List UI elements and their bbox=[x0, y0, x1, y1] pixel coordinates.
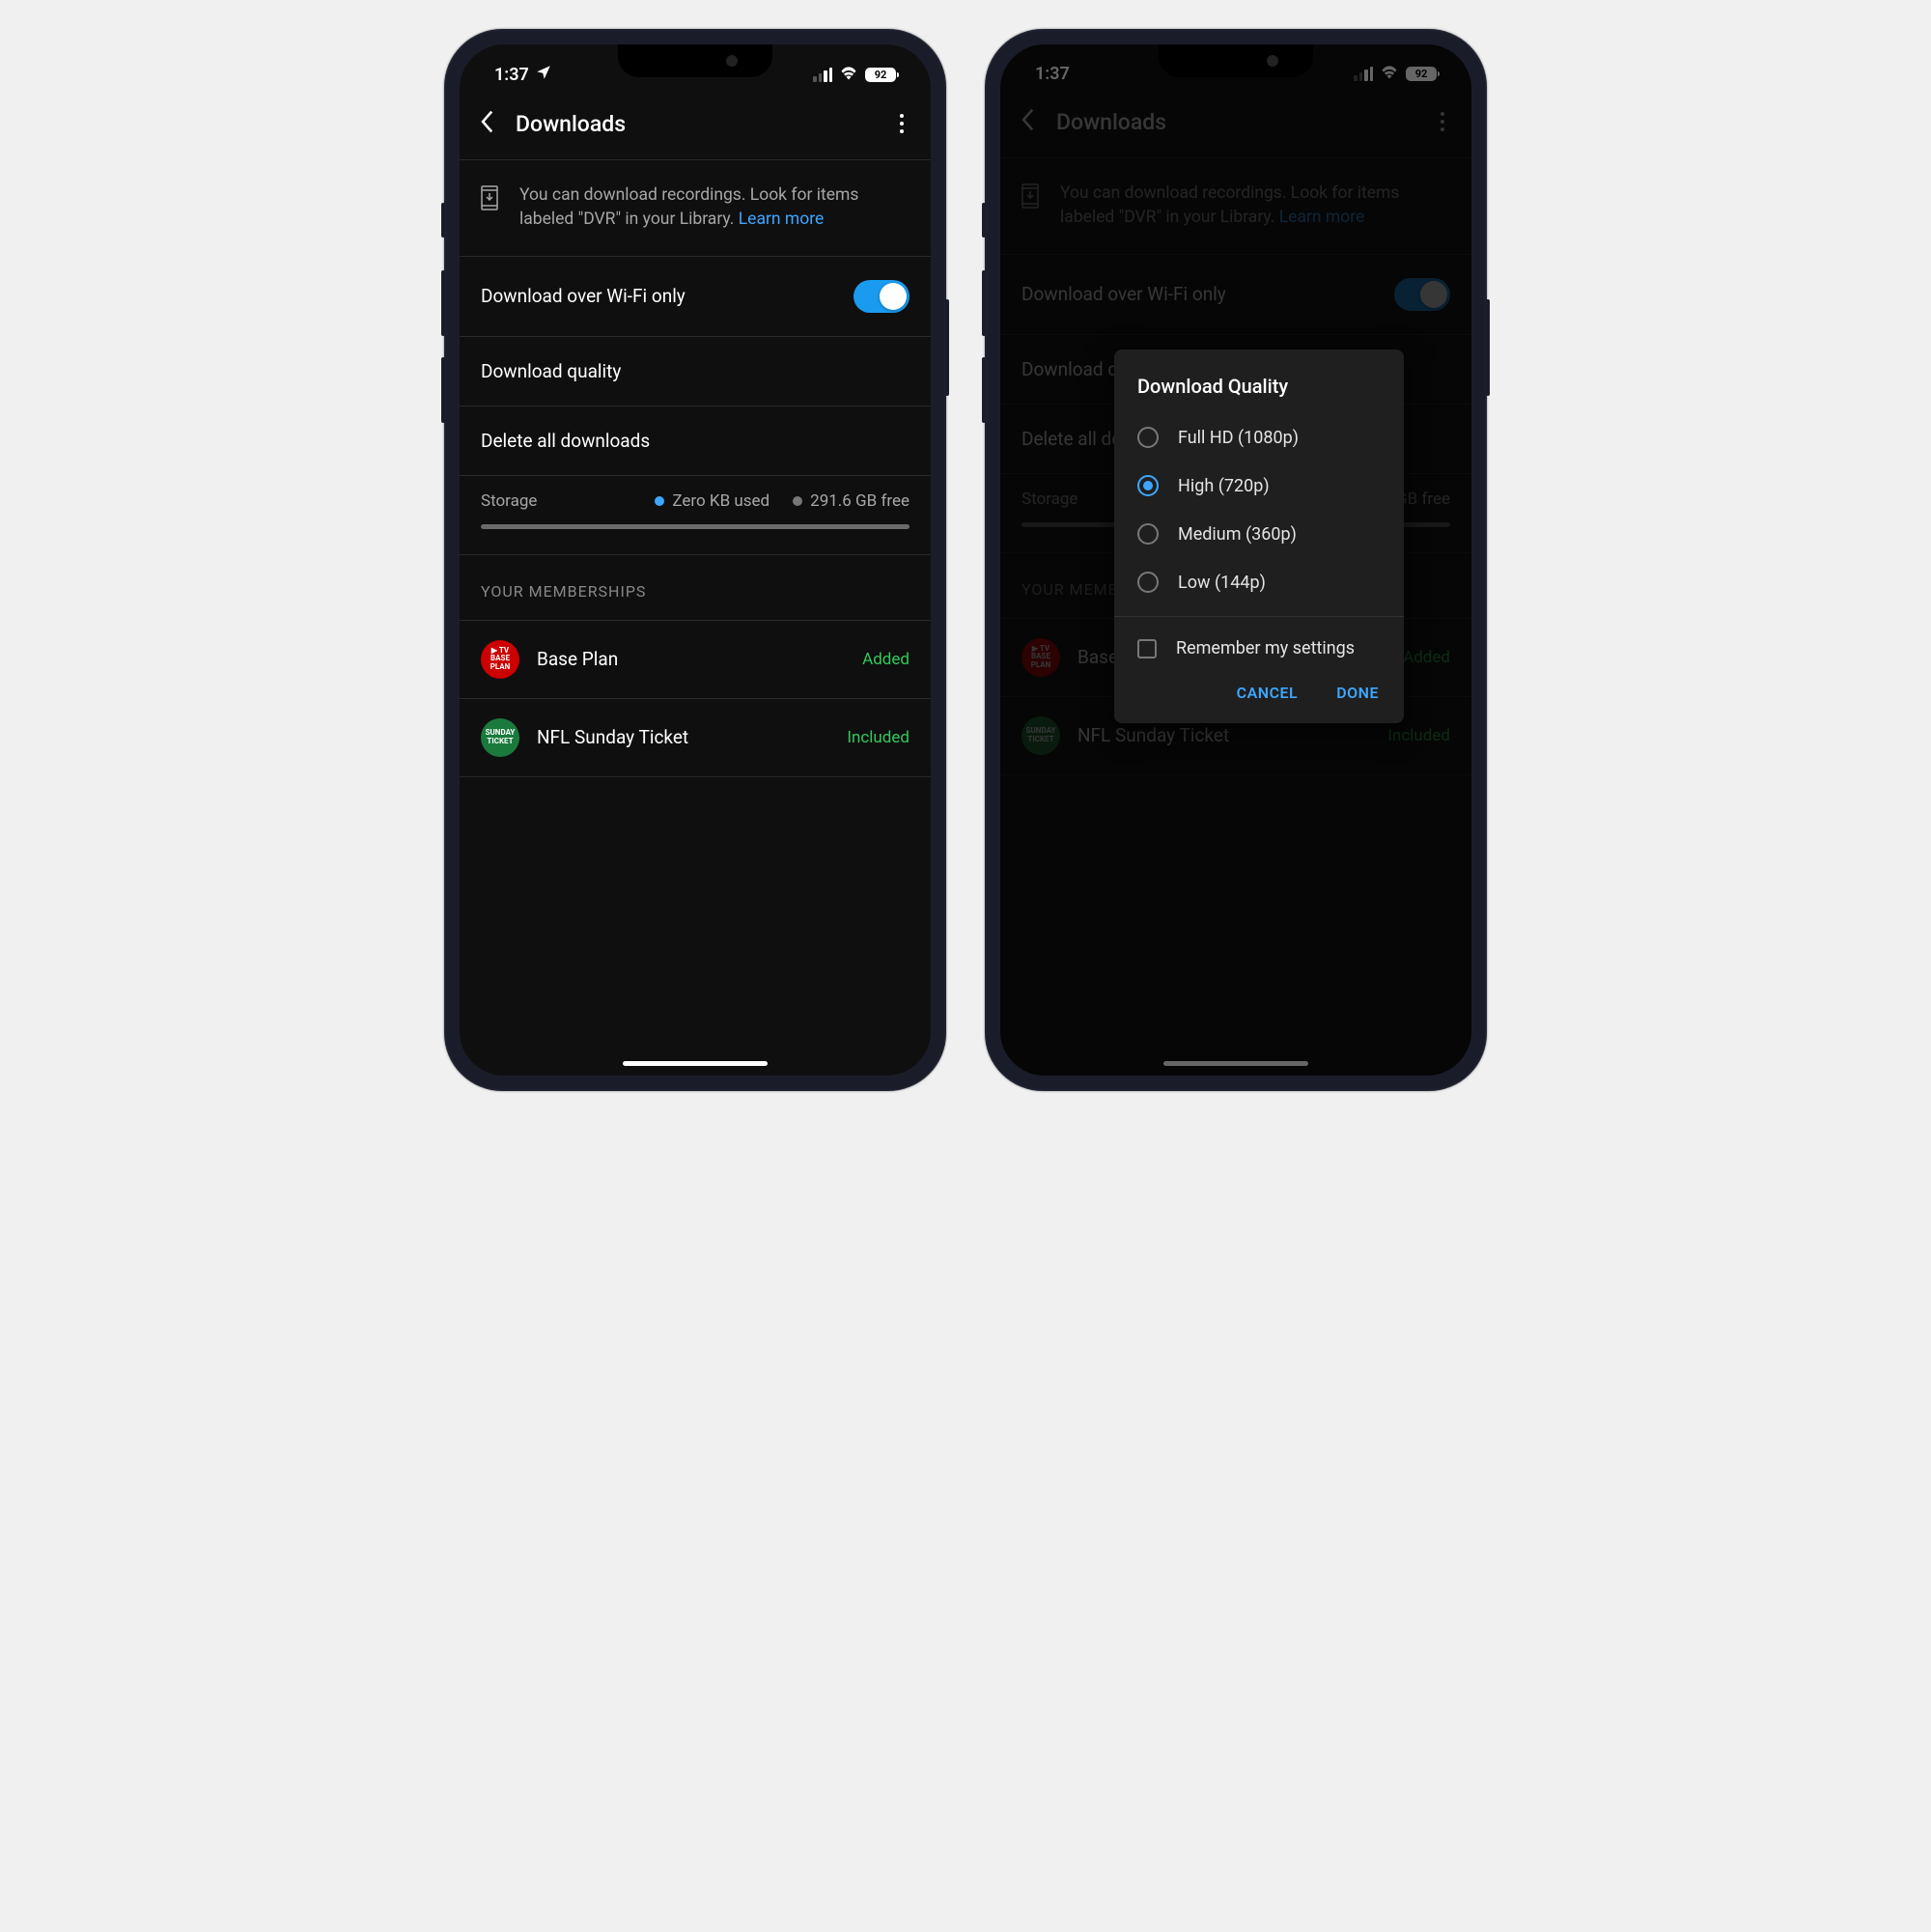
power-button bbox=[945, 299, 949, 396]
storage-used: Zero KB used bbox=[672, 491, 770, 511]
quality-option-high[interactable]: High (720p) bbox=[1114, 462, 1404, 510]
notch bbox=[618, 44, 772, 77]
radio-icon bbox=[1137, 572, 1159, 593]
used-dot-icon bbox=[655, 496, 664, 506]
phone-left: 1:37 92 Downloads bbox=[444, 29, 946, 1091]
radio-icon bbox=[1137, 523, 1159, 545]
volume-up-button bbox=[441, 270, 445, 336]
status-time: 1:37 bbox=[494, 65, 529, 85]
wifi-only-toggle[interactable] bbox=[854, 280, 910, 313]
cancel-button[interactable]: CANCEL bbox=[1237, 684, 1299, 702]
notch bbox=[1159, 44, 1313, 77]
download-quality-dialog: Download Quality Full HD (1080p) High (7… bbox=[1114, 350, 1404, 723]
back-button[interactable] bbox=[479, 109, 494, 138]
done-button[interactable]: DONE bbox=[1336, 684, 1379, 702]
nav-bar: Downloads bbox=[460, 94, 931, 159]
page-title: Downloads bbox=[516, 111, 871, 137]
storage-label: Storage bbox=[481, 491, 537, 511]
volume-down-button bbox=[982, 357, 986, 423]
wifi-icon bbox=[839, 65, 858, 85]
info-text: You can download recordings. Look for it… bbox=[519, 183, 910, 233]
learn-more-link[interactable]: Learn more bbox=[739, 210, 825, 229]
volume-up-button bbox=[982, 270, 986, 336]
divider bbox=[460, 776, 931, 777]
wifi-only-row[interactable]: Download over Wi-Fi only bbox=[460, 257, 931, 336]
volume-down-button bbox=[441, 357, 445, 423]
storage-bar bbox=[481, 524, 910, 529]
membership-row-nfl[interactable]: SUNDAY TICKET NFL Sunday Ticket Included bbox=[460, 699, 931, 776]
checkbox-icon bbox=[1137, 639, 1157, 658]
download-icon bbox=[481, 185, 500, 214]
divider bbox=[1114, 616, 1404, 617]
signal-icon bbox=[813, 68, 832, 82]
dialog-title: Download Quality bbox=[1114, 375, 1404, 413]
home-indicator[interactable] bbox=[623, 1061, 768, 1066]
more-button[interactable] bbox=[892, 114, 911, 133]
radio-icon bbox=[1137, 427, 1159, 448]
storage-free: 291.6 GB free bbox=[810, 491, 910, 511]
phone-right: 1:37 92 Downloads bbox=[985, 29, 1487, 1091]
power-button bbox=[1486, 299, 1490, 396]
wifi-only-label: Download over Wi-Fi only bbox=[481, 285, 686, 307]
free-dot-icon bbox=[793, 496, 802, 506]
delete-all-label: Delete all downloads bbox=[481, 430, 650, 452]
storage-section: Storage Zero KB used 291.6 GB free bbox=[460, 476, 931, 554]
remember-settings-row[interactable]: Remember my settings bbox=[1114, 627, 1404, 676]
membership-row-base[interactable]: ▶ TV BASE PLAN Base Plan Added bbox=[460, 621, 931, 698]
radio-icon bbox=[1137, 475, 1159, 496]
battery-icon: 92 bbox=[865, 68, 896, 82]
delete-all-row[interactable]: Delete all downloads bbox=[460, 406, 931, 475]
membership-status: Included bbox=[847, 728, 910, 747]
side-button bbox=[982, 203, 986, 238]
download-quality-row[interactable]: Download quality bbox=[460, 337, 931, 406]
quality-option-medium[interactable]: Medium (360p) bbox=[1114, 510, 1404, 558]
memberships-header: YOUR MEMBERSHIPS bbox=[460, 555, 931, 620]
membership-status: Added bbox=[862, 650, 910, 669]
download-quality-label: Download quality bbox=[481, 360, 621, 382]
side-button bbox=[441, 203, 445, 238]
membership-name: NFL Sunday Ticket bbox=[537, 726, 829, 748]
location-icon bbox=[535, 64, 552, 86]
quality-option-fullhd[interactable]: Full HD (1080p) bbox=[1114, 413, 1404, 462]
base-plan-icon: ▶ TV BASE PLAN bbox=[481, 640, 519, 679]
membership-name: Base Plan bbox=[537, 648, 845, 670]
quality-option-low[interactable]: Low (144p) bbox=[1114, 558, 1404, 606]
nfl-ticket-icon: SUNDAY TICKET bbox=[481, 718, 519, 757]
info-banner: You can download recordings. Look for it… bbox=[460, 160, 931, 256]
